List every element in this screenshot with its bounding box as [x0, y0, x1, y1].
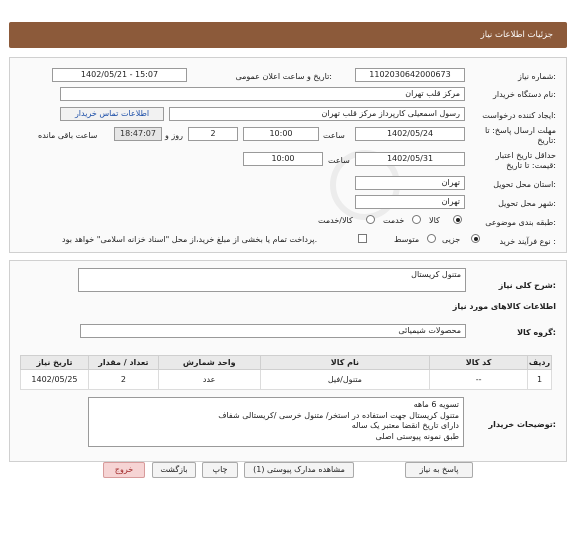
category-option-both: کالا/خدمت [318, 216, 353, 225]
buyer-contact-link[interactable]: اطلاعات تماس خریدار [60, 107, 164, 121]
back-button[interactable]: بازگشت [152, 462, 196, 478]
cell-quantity: 2 [87, 369, 159, 390]
min-validity-time-label: ساعت [328, 156, 350, 165]
category-option-service: خدمت [383, 216, 405, 225]
deadline-time-field: 10:00 [243, 127, 319, 141]
remaining-time-label: ساعت باقی مانده [38, 131, 98, 140]
min-validity-label-date: قیمت: تا تاریخ: [506, 161, 556, 170]
city-field: تهران [355, 195, 465, 209]
category-radio-service[interactable] [412, 215, 421, 224]
goods-group-label: گروه کالا: [517, 328, 556, 337]
deadline-days-label: روز و [165, 131, 183, 140]
cell-unit: عدد [157, 369, 261, 390]
treasury-payment-note: پرداخت تمام یا بخشی از مبلغ خرید،از محل … [62, 235, 318, 244]
cell-goods-code: -- [429, 369, 528, 390]
announce-field: 1402/05/21 - 15:07 [52, 68, 187, 82]
col-row: ردیف [526, 355, 553, 370]
exit-button[interactable]: خروج [103, 462, 145, 478]
summary-field: متنول کریستال [78, 268, 466, 292]
summary-label: شرح کلی نیاز: [498, 281, 556, 290]
treasury-payment-checkbox[interactable] [358, 234, 367, 243]
attachments-button[interactable]: مشاهده مدارک پیوستی (1) [244, 462, 354, 478]
cell-row: 1 [526, 369, 553, 390]
category-radio-goods[interactable] [453, 215, 462, 224]
buyer-notes-line: متنول کریستال جهت استفاده در استخر/ متنو… [218, 410, 459, 420]
page-title: جزئیات اطلاعات نیاز [480, 30, 553, 40]
need-number-label: شماره نیاز: [517, 72, 556, 81]
category-label: طبقه بندی موضوعی: [485, 218, 556, 227]
buyer-notes-field: تسویه 6 ماهه متنول کریستال جهت استفاده د… [88, 397, 464, 447]
col-need-date: تاریخ نیاز [20, 355, 89, 370]
min-validity-label: حداقل تاریخ اعتبار [495, 151, 556, 160]
buyer-notes-label: توضیحات خریدار: [488, 420, 556, 429]
process-radio-minor[interactable] [471, 234, 480, 243]
buyer-org-label: نام دستگاه خریدار: [492, 90, 556, 99]
col-goods-name: نام کالا [259, 355, 431, 370]
process-radio-medium[interactable] [427, 234, 436, 243]
creator-field: رسول اسمعیلی کارپرداز مرکز قلب تهران [169, 107, 465, 121]
deadline-label: مهلت ارسال پاسخ: تا [484, 126, 556, 135]
goods-table-header: تاریخ نیاز تعداد / مقدار واحد شمارش نام … [20, 355, 553, 370]
remaining-time-field: 18:47:07 [114, 127, 162, 141]
process-label: نوع فرآیند خرید : [499, 237, 556, 246]
buyer-notes-line: تسویه 6 ماهه [413, 400, 459, 409]
need-number-field: 1102030642000673 [355, 68, 465, 82]
goods-table: تاریخ نیاز تعداد / مقدار واحد شمارش نام … [20, 355, 553, 390]
goods-group-field: محصولات شیمیائی [80, 324, 466, 338]
print-button[interactable]: چاپ [202, 462, 238, 478]
col-goods-code: کد کالا [429, 355, 528, 370]
creator-label: ایجاد کننده درخواست: [482, 111, 556, 120]
reply-button[interactable]: پاسخ به نیاز [405, 462, 473, 478]
province-label: استان محل تحویل: [493, 180, 556, 189]
buyer-notes-line: طبق نمونه پیوستی اصلی [375, 431, 459, 441]
col-quantity: تعداد / مقدار [87, 355, 159, 370]
min-validity-time-field: 10:00 [243, 152, 323, 166]
process-option-medium: متوسط [394, 235, 420, 244]
province-field: تهران [355, 176, 465, 190]
col-unit: واحد شمارش [157, 355, 261, 370]
cell-goods-name: متنول/فیل [259, 369, 431, 390]
announce-label: تاریخ و ساعت اعلان عمومی: [235, 72, 332, 81]
category-radio-both[interactable] [366, 215, 375, 224]
page-header: جزئیات اطلاعات نیاز [9, 22, 567, 48]
cell-need-date: 1402/05/25 [20, 369, 89, 390]
deadline-time-label: ساعت [323, 131, 345, 140]
process-option-minor: جزیی [442, 235, 461, 244]
city-label: شهر محل تحویل: [498, 199, 556, 208]
category-option-goods: کالا [429, 216, 440, 225]
table-row: 1402/05/25 2 عدد متنول/فیل -- 1 [20, 369, 553, 390]
min-validity-date-field: 1402/05/31 [355, 152, 465, 166]
buyer-org-field: مرکز قلب تهران [60, 87, 465, 101]
goods-info-title: اطلاعات کالاهای مورد نیاز [452, 302, 556, 311]
deadline-label-date: تاریخ: [537, 136, 556, 145]
deadline-days-field: 2 [188, 127, 238, 141]
deadline-date-field: 1402/05/24 [355, 127, 465, 141]
buyer-notes-line: دارای تاریخ انقضا معتبر یک ساله [351, 421, 459, 430]
